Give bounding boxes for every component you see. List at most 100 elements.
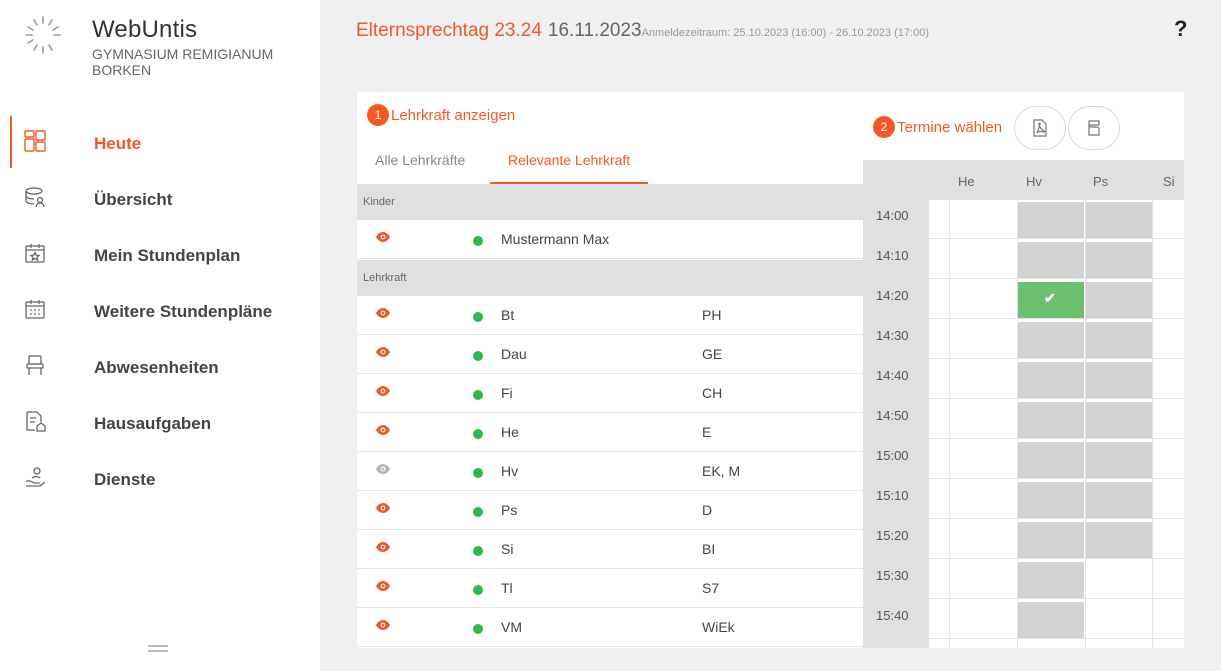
appointment-slot-free[interactable] xyxy=(1153,562,1184,598)
teacher-row[interactable]: Si BI xyxy=(357,530,863,569)
status-dot xyxy=(473,468,483,478)
appointment-slot-free[interactable] xyxy=(950,522,1016,558)
appointment-slot-free[interactable] xyxy=(1153,482,1184,518)
appointment-slot-free[interactable] xyxy=(1153,602,1184,638)
column-header: Si xyxy=(1163,174,1175,189)
grid-line xyxy=(928,518,1184,519)
appointment-slot-busy[interactable] xyxy=(1018,362,1084,398)
nav-item-heute[interactable]: Heute xyxy=(0,116,320,172)
appointment-slot-busy[interactable] xyxy=(1018,522,1084,558)
pdf-icon xyxy=(1033,119,1047,137)
appointment-slot-free[interactable] xyxy=(1086,562,1152,598)
nav-item-uebersicht[interactable]: Übersicht xyxy=(0,172,320,228)
appointment-slot-busy[interactable] xyxy=(1018,482,1084,518)
service-hand-icon xyxy=(26,467,46,487)
school-name: GYMNASIUM REMIGIANUM BORKEN xyxy=(92,46,274,78)
appointment-slot-free[interactable] xyxy=(950,322,1016,358)
appointment-slot-free[interactable] xyxy=(950,442,1016,478)
nav-item-label: Hausaufgaben xyxy=(94,414,212,433)
eye-icon[interactable] xyxy=(375,463,391,475)
appointment-slot-busy[interactable] xyxy=(1018,322,1084,358)
teacher-row[interactable]: Bt PH xyxy=(357,296,863,335)
eye-icon[interactable] xyxy=(375,424,391,436)
pdf-export-button[interactable] xyxy=(1014,106,1066,150)
teacher-row[interactable]: Fi CH xyxy=(357,374,863,413)
nav-item-abwesenheiten[interactable]: Abwesenheiten xyxy=(0,340,320,396)
appointment-slot-busy[interactable] xyxy=(1018,402,1084,438)
appointment-slot-busy[interactable] xyxy=(1018,562,1084,598)
appointment-slot-free[interactable] xyxy=(950,402,1016,438)
time-label: 14:20 xyxy=(876,288,909,303)
time-label: 14:10 xyxy=(876,248,909,263)
status-dot xyxy=(473,312,483,322)
webuntis-logo-icon xyxy=(25,16,61,54)
step-2: 2 Termine wählen xyxy=(873,116,1002,138)
eye-icon[interactable] xyxy=(375,346,391,358)
nav-item-hausaufgaben[interactable]: Hausaufgaben xyxy=(0,396,320,452)
print-button[interactable] xyxy=(1068,106,1120,150)
grid-line xyxy=(928,558,1184,559)
appointment-slot-free[interactable] xyxy=(950,202,1016,238)
eye-icon[interactable] xyxy=(375,231,391,243)
teacher-row[interactable]: He E xyxy=(357,413,863,452)
appointment-slot-free[interactable] xyxy=(950,482,1016,518)
eye-icon[interactable] xyxy=(375,307,391,319)
appointment-slot-busy[interactable] xyxy=(1086,322,1152,358)
eye-icon[interactable] xyxy=(375,619,391,631)
appointment-slot-busy[interactable] xyxy=(1018,242,1084,278)
appointment-slot-busy[interactable] xyxy=(1018,202,1084,238)
appointment-slot-busy[interactable] xyxy=(1086,282,1152,318)
nav-item-dienste[interactable]: Dienste xyxy=(0,452,320,508)
appointment-slot-free[interactable] xyxy=(950,602,1016,638)
teacher-row[interactable]: Hv EK, M xyxy=(357,452,863,491)
appointment-slot-free[interactable] xyxy=(1153,242,1184,278)
appointment-slot-free[interactable] xyxy=(950,562,1016,598)
appointment-slot-free[interactable] xyxy=(1153,202,1184,238)
appointment-slot-free[interactable] xyxy=(1153,362,1184,398)
help-button[interactable]: ? xyxy=(1174,16,1187,42)
eye-icon[interactable] xyxy=(375,502,391,514)
appointment-slot-busy[interactable] xyxy=(1086,242,1152,278)
eye-icon[interactable] xyxy=(375,541,391,553)
tab-alle-lehrkraefte[interactable]: Alle Lehrkräfte xyxy=(375,152,465,184)
teacher-row[interactable]: Tl S7 xyxy=(357,569,863,608)
appointment-slot-busy[interactable] xyxy=(1086,522,1152,558)
appointment-slot-busy[interactable] xyxy=(1086,482,1152,518)
eye-icon[interactable] xyxy=(375,385,391,397)
nav-item-mein-stundenplan[interactable]: Mein Stundenplan xyxy=(0,228,320,284)
teacher-subjects: GE xyxy=(702,346,723,362)
calendar-star-icon xyxy=(25,244,45,263)
time-label: 15:30 xyxy=(876,568,909,583)
appointment-slot-free[interactable] xyxy=(950,282,1016,318)
teacher-row[interactable]: Ps D xyxy=(357,491,863,530)
appointment-slot-busy[interactable] xyxy=(1086,402,1152,438)
appointment-slot-busy[interactable] xyxy=(1086,362,1152,398)
appointment-slot-free[interactable] xyxy=(1153,442,1184,478)
schedule-panel: 2 Termine wählen He Hv Ps Si 14:00 14:10 1… xyxy=(863,92,1184,648)
appointment-slot-busy[interactable] xyxy=(1086,202,1152,238)
appointment-slot-free[interactable] xyxy=(1153,522,1184,558)
eye-icon[interactable] xyxy=(375,580,391,592)
appointment-slot-free[interactable] xyxy=(950,362,1016,398)
appointment-slot-busy[interactable] xyxy=(1018,602,1084,638)
teacher-row[interactable]: VM WiEk xyxy=(357,608,863,647)
time-column: 14:00 14:10 14:20 14:30 14:40 14:50 15:00 15:10… xyxy=(863,200,928,648)
time-label: 14:00 xyxy=(876,208,909,223)
nav-item-weitere-stundenplaene[interactable]: Weitere Stundenpläne xyxy=(0,284,320,340)
appointment-slot-free[interactable] xyxy=(1086,602,1152,638)
child-row[interactable]: Mustermann Max xyxy=(357,220,863,259)
main-nav: Heute Übersicht Mein Stundenplan Weitere… xyxy=(0,116,320,508)
appointment-slot-free[interactable] xyxy=(1153,282,1184,318)
time-label: 15:40 xyxy=(876,608,909,623)
status-dot xyxy=(473,624,483,634)
grid-line xyxy=(928,278,1184,279)
appointment-slot-free[interactable] xyxy=(1153,402,1184,438)
appointment-slot-busy[interactable] xyxy=(1018,442,1084,478)
teacher-row[interactable]: Dau GE xyxy=(357,335,863,374)
tab-relevante-lehrkraft[interactable]: Relevante Lehrkraft xyxy=(490,152,649,184)
appointment-slot-busy[interactable] xyxy=(1086,442,1152,478)
brand[interactable]: WebUntis GYMNASIUM REMIGIANUM BORKEN xyxy=(22,14,322,78)
collapse-menu-icon[interactable] xyxy=(148,645,168,653)
appointment-slot-free[interactable] xyxy=(950,242,1016,278)
appointment-slot-free[interactable] xyxy=(1153,322,1184,358)
